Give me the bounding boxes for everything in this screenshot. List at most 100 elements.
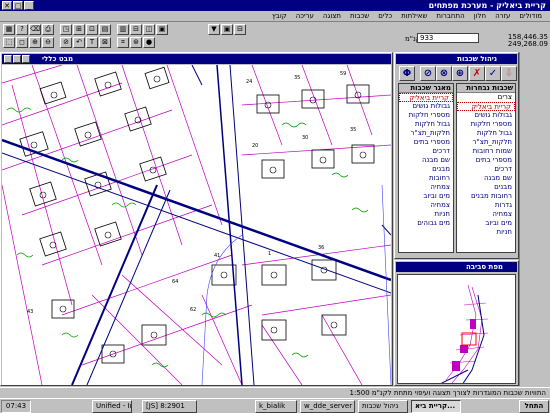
menu-item-1[interactable]: עריכה xyxy=(296,11,314,22)
menu-item-2[interactable]: תצוגה xyxy=(323,11,341,22)
row2-tool-button-8[interactable]: ⌗ xyxy=(117,37,129,48)
layer-list-item[interactable]: חניות xyxy=(399,210,453,219)
menu-item-9[interactable]: מודולים xyxy=(519,11,542,22)
layer-list-item[interactable]: קריית ביאליק xyxy=(399,93,453,102)
row2-tool-button-10[interactable]: ● xyxy=(143,37,155,48)
layer-list-item[interactable]: גבול חלקות xyxy=(457,129,515,138)
start-button[interactable]: התחל xyxy=(519,400,549,413)
row2-tool-button-2[interactable]: ⊕ xyxy=(29,37,41,48)
row2-tool-button-6[interactable]: T xyxy=(86,37,98,48)
row1-tool-button-5[interactable]: ⊞ xyxy=(73,24,85,35)
layer-manager-title: ניהול שכבות xyxy=(457,55,497,63)
task-js[interactable]: [JS] 8:2901 xyxy=(142,400,197,413)
svg-text:1: 1 xyxy=(268,251,271,257)
row1-tool-button-11[interactable]: ▣ xyxy=(156,24,168,35)
row1-tool-button-4[interactable]: ◳ xyxy=(60,24,72,35)
layer-list-item[interactable]: רחובות xyxy=(399,174,453,183)
layer-list-item[interactable]: גבולות גושים xyxy=(399,102,453,111)
row3-tool-button-1[interactable]: ▣ xyxy=(221,24,233,35)
map-maximize-button[interactable] xyxy=(13,55,21,63)
layer-refresh-button[interactable]: ⊘ xyxy=(420,66,436,81)
layer-list-item[interactable]: שם מבנה xyxy=(399,156,453,165)
row1-tool-button-8[interactable]: ▥ xyxy=(117,24,129,35)
menu-item-8[interactable]: עזרה xyxy=(495,11,510,22)
selected-layers-list[interactable]: שכבות נבחרות צרים קריית ביאליק גבולות גושי… xyxy=(456,83,516,253)
menu-item-6[interactable]: התחברות xyxy=(436,11,464,22)
row1-tool-button-3[interactable]: ⎙ xyxy=(42,24,54,35)
layer-list-item[interactable]: מספרי חלקות xyxy=(399,111,453,120)
row1-tool-button-0[interactable]: ▦ xyxy=(3,24,15,35)
layer-list-item[interactable]: צמחיה xyxy=(399,183,453,192)
row2-tool-button-4[interactable]: ⊘ xyxy=(60,37,72,48)
layer-list-item[interactable]: צמחיה xyxy=(399,201,453,210)
window-title: קריית ביאליק - מערכת מפתחים xyxy=(428,1,546,10)
layer-list-item[interactable]: מים וביוב xyxy=(399,192,453,201)
layer-list-item[interactable]: חניות xyxy=(457,228,515,237)
close-button[interactable]: ✕ xyxy=(2,1,12,10)
row3-tool-button-0[interactable]: ▼ xyxy=(208,24,220,35)
selected-layers-header: שכבות נבחרות xyxy=(457,84,515,93)
layer-list-item[interactable]: גדרות xyxy=(457,201,515,210)
layer-settings-button[interactable]: ⊗ xyxy=(436,66,452,81)
layer-list-item[interactable]: שם מבנה xyxy=(457,174,515,183)
layer-manager-titlebar: ניהול שכבות xyxy=(396,54,517,64)
minimize-button[interactable]: _ xyxy=(24,1,34,10)
overview-map-canvas[interactable] xyxy=(397,274,516,384)
map-minimize-button[interactable] xyxy=(22,55,30,63)
row1-tool-button-1[interactable]: ? xyxy=(16,24,28,35)
layer-list-item[interactable]: צמחיה xyxy=(457,210,515,219)
layer-list-item[interactable]: מספרי חלקות xyxy=(457,120,515,129)
layer-list-item[interactable]: צרים xyxy=(457,93,515,102)
row1-tool-button-7[interactable]: ▤ xyxy=(99,24,111,35)
layer-list-item[interactable]: מים גבוהים xyxy=(399,219,453,228)
row2-tool-button-5[interactable]: ↶ xyxy=(73,37,85,48)
layer-list-item[interactable]: גבולות גושים xyxy=(457,111,515,120)
menu-item-3[interactable]: שכבות xyxy=(350,11,369,22)
layer-list-item[interactable]: רחובות מבנים xyxy=(457,192,515,201)
map-drawing: 24 35 59 20 30 35 41 1 36 64 62 43 xyxy=(2,65,391,385)
layer-list-item[interactable]: מספרי בתים xyxy=(457,156,515,165)
row2-tool-button-9[interactable]: ⊛ xyxy=(130,37,142,48)
row2-tool-button-7[interactable]: ⊠ xyxy=(99,37,111,48)
layer-list-item[interactable]: חלקות_תצ"ר xyxy=(399,129,453,138)
row2-tool-button-1[interactable]: ◻ xyxy=(16,37,28,48)
layer-list-item[interactable]: מספרי בתים xyxy=(399,138,453,147)
task-dde-server[interactable]: w_dde_server xyxy=(300,400,355,413)
layer-apply-button[interactable]: Φ xyxy=(399,66,415,81)
layer-list-item[interactable]: דרכים xyxy=(457,165,515,174)
maximize-button[interactable]: □ xyxy=(13,1,23,10)
task-layer-manager[interactable]: ניהול שכבות xyxy=(358,400,408,413)
map-close-button[interactable] xyxy=(4,55,12,63)
layer-list-item[interactable]: מבנים xyxy=(399,165,453,174)
row1-tool-button-6[interactable]: ⊡ xyxy=(86,24,98,35)
row3-tool-button-2[interactable]: ⊟ xyxy=(234,24,246,35)
scale-input[interactable]: 933 xyxy=(417,33,479,43)
overview-roads xyxy=(440,294,485,383)
menu-item-7[interactable]: חלון xyxy=(474,11,486,22)
row1-tool-button-10[interactable]: ◫ xyxy=(143,24,155,35)
menu-item-4[interactable]: כלים xyxy=(378,11,392,22)
layer-list-item[interactable]: מים וביוב xyxy=(457,219,515,228)
layer-list-item[interactable]: חלקות_תצ"ר xyxy=(457,138,515,147)
layer-ok-button[interactable]: ✓ xyxy=(485,66,501,81)
task-kiryat-bialik[interactable]: קריית ביא... xyxy=(411,400,461,413)
map-canvas[interactable]: 24 35 59 20 30 35 41 1 36 64 62 43 xyxy=(2,65,391,385)
layer-down-arrow-icon[interactable]: ⇩ xyxy=(501,66,517,81)
layer-list-item[interactable]: גבול חלקות xyxy=(399,120,453,129)
toolbar-extra: ▼ ▣ ⊟ xyxy=(205,23,325,36)
layer-list-item[interactable]: מבנים xyxy=(457,183,515,192)
row2-tool-button-3[interactable]: ⊖ xyxy=(42,37,54,48)
layer-cancel-button[interactable]: ✗ xyxy=(469,66,485,81)
layer-pool-list[interactable]: מאגר שכבות קריית ביאליק גבולות גושים מספרי… xyxy=(398,83,454,253)
task-k-bialik[interactable]: k_bialik xyxy=(255,400,297,413)
task-unified[interactable]: Unified - Ima xyxy=(92,400,132,413)
layer-list-item[interactable]: שמות רחובות xyxy=(457,147,515,156)
row2-tool-button-0[interactable]: ⬚ xyxy=(3,37,15,48)
layer-add-button[interactable]: ⊕ xyxy=(452,66,468,81)
layer-list-item[interactable]: קריית ביאליק xyxy=(457,102,515,111)
layer-list-item[interactable]: דרכים xyxy=(399,147,453,156)
menu-item-0[interactable]: קובץ xyxy=(272,11,287,22)
row1-tool-button-9[interactable]: ⊟ xyxy=(130,24,142,35)
row1-tool-button-2[interactable]: ⌫ xyxy=(29,24,41,35)
menu-item-5[interactable]: שאילתות xyxy=(401,11,427,22)
